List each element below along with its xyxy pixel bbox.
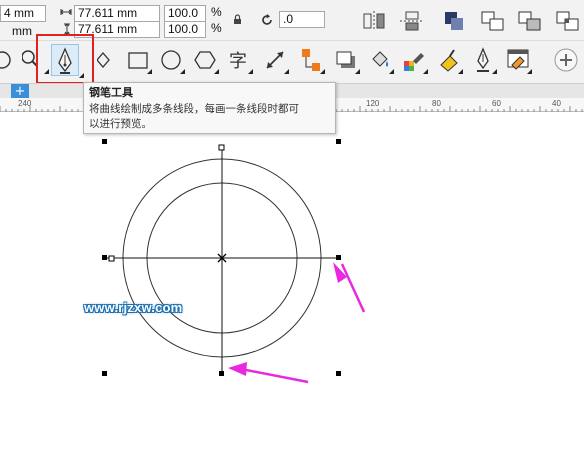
add-page-tab-button[interactable]: +	[11, 84, 29, 99]
smart-drawing-tool[interactable]	[97, 47, 125, 75]
text-tool[interactable]: 字	[226, 47, 254, 75]
annotation-arrow-head	[228, 362, 247, 376]
ellipse-tool[interactable]	[158, 47, 186, 75]
smart-fill-tool[interactable]	[436, 47, 464, 75]
transparency-tool[interactable]	[505, 47, 533, 75]
percent-label: %	[211, 5, 222, 19]
connector-tool[interactable]	[298, 47, 326, 75]
pen-tool-tooltip: 钢笔工具 将曲线绘制成多条线段，每画一条线段时都可 以进行预览。	[83, 82, 336, 134]
plus-circle-icon	[552, 47, 580, 75]
rotate-icon	[260, 13, 274, 30]
pen-tool-highlight-box	[36, 34, 94, 84]
tooltip-description-line: 将曲线绘制成多条线段，每画一条线段时都可	[89, 103, 299, 115]
tooltip-description-line: 以进行预览。	[89, 118, 152, 130]
lock-ratio-icon[interactable]	[233, 14, 242, 28]
annotation-arrow	[340, 263, 366, 313]
group-icon[interactable]	[443, 10, 465, 35]
mirror-horizontal-icon[interactable]	[363, 11, 385, 34]
eyedropper-tool[interactable]	[401, 47, 429, 75]
add-tool-button[interactable]	[552, 47, 580, 75]
drawing-canvas[interactable]	[0, 113, 584, 459]
trim-icon[interactable]	[518, 10, 542, 35]
outline-pen-tool[interactable]	[470, 47, 498, 75]
svg-text:字: 字	[229, 51, 247, 72]
polygon-tool[interactable]	[192, 47, 220, 75]
drop-shadow-tool[interactable]	[333, 47, 361, 75]
tooltip-title: 钢笔工具	[89, 86, 133, 99]
width-icon	[60, 7, 72, 20]
x-position-field[interactable]: 4 mm	[0, 5, 46, 22]
percent-label: %	[211, 21, 222, 35]
rotation-field[interactable]: .0	[279, 11, 325, 28]
scale-height-field[interactable]: 100.0	[164, 21, 206, 38]
scale-width-field[interactable]: 100.0	[164, 5, 206, 22]
node-handle[interactable]	[218, 144, 225, 151]
mirror-vertical-icon[interactable]	[400, 11, 422, 34]
annotation-arrow	[240, 367, 309, 384]
y-position-field[interactable]: mm	[12, 24, 32, 38]
width-field[interactable]: 77.611 mm	[74, 5, 160, 22]
node-handle[interactable]	[108, 255, 115, 262]
diamond-icon	[97, 47, 125, 75]
weld-icon[interactable]	[481, 10, 505, 35]
dimension-tool[interactable]	[262, 47, 290, 75]
rectangle-tool[interactable]	[125, 47, 153, 75]
watermark-text: www.rjzxw.com	[84, 300, 183, 315]
fill-tool[interactable]	[367, 47, 395, 75]
intersect-icon[interactable]	[556, 10, 580, 35]
